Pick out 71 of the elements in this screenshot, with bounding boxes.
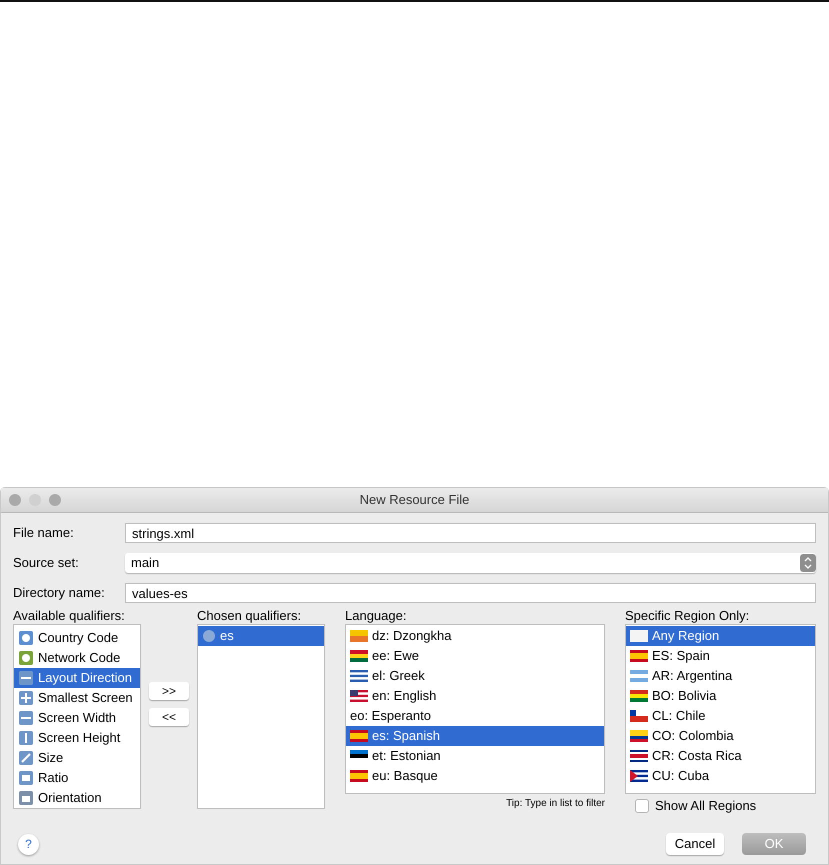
region-item[interactable]: CL: Chile xyxy=(626,706,815,726)
qualifier-icon xyxy=(18,630,34,646)
flag-icon xyxy=(350,770,368,782)
list-label: Language: xyxy=(345,608,408,624)
flag-icon xyxy=(630,730,648,742)
language-item[interactable]: ee: Ewe xyxy=(346,646,604,666)
region-item[interactable]: CR: Costa Rica xyxy=(626,746,815,766)
flag-icon xyxy=(630,650,648,662)
language-item[interactable]: eu: Basque xyxy=(346,766,604,786)
qualifier-icon xyxy=(18,710,34,726)
checkbox[interactable] xyxy=(635,798,649,813)
list-label: Chosen qualifiers: xyxy=(197,608,302,624)
chosen-item[interactable]: es xyxy=(198,626,324,646)
list-label: Specific Region Only: xyxy=(625,608,750,624)
qualifier-item[interactable]: Orientation xyxy=(14,788,140,808)
window-control[interactable] xyxy=(49,494,61,506)
flag-icon xyxy=(350,630,368,642)
tip-text: Tip: Type in list to filter xyxy=(506,797,605,811)
flag-icon xyxy=(350,670,368,682)
region-item[interactable]: CO: Colombia xyxy=(626,726,815,746)
qualifier-icon xyxy=(18,730,34,746)
qualifier-item[interactable]: Network Code xyxy=(14,648,140,668)
qualifier-icon xyxy=(18,650,34,666)
language-item[interactable]: es: Spanish xyxy=(346,726,604,746)
qualifier-icon xyxy=(18,790,34,806)
qualifier-icon xyxy=(18,770,34,786)
stepper-icon xyxy=(800,554,816,572)
dialog-button[interactable]: Cancel xyxy=(666,833,724,855)
region-item[interactable]: ES: Spain xyxy=(626,646,815,666)
text-field[interactable]: values-es xyxy=(125,583,816,603)
flag-icon xyxy=(350,690,368,702)
language-item[interactable]: et: Estonian xyxy=(346,746,604,766)
window-control[interactable] xyxy=(9,494,21,506)
move-button[interactable]: << xyxy=(149,708,189,726)
flag-icon xyxy=(630,630,648,642)
qualifier-icon xyxy=(18,750,34,766)
help-button[interactable]: ? xyxy=(18,834,39,854)
region-item[interactable]: BO: Bolivia xyxy=(626,686,815,706)
language-item[interactable]: en: English xyxy=(346,686,604,706)
field-label: Directory name: xyxy=(13,584,106,602)
language-item[interactable]: eo: Esperanto xyxy=(346,706,604,726)
checkbox-label: Show All Regions xyxy=(655,797,756,815)
flag-icon xyxy=(630,690,648,702)
flag-icon xyxy=(630,710,648,722)
move-button[interactable]: >> xyxy=(149,682,189,700)
flag-icon xyxy=(350,730,368,742)
text-field[interactable]: strings.xml xyxy=(125,523,816,543)
field-label: File name: xyxy=(13,524,75,542)
qualifier-item[interactable]: Screen Height xyxy=(14,728,140,748)
language-item[interactable]: dz: Dzongkha xyxy=(346,626,604,646)
qualifier-item[interactable]: Screen Width xyxy=(14,708,140,728)
list-label: Available qualifiers: xyxy=(13,608,126,624)
qualifier-icon xyxy=(18,670,34,686)
field-label: Source set: xyxy=(13,554,80,572)
qualifier-icon xyxy=(18,690,34,706)
region-item[interactable]: CU: Cuba xyxy=(626,766,815,786)
flag-icon xyxy=(630,750,648,762)
qualifier-item[interactable]: Country Code xyxy=(14,628,140,648)
language-item[interactable]: el: Greek xyxy=(346,666,604,686)
window-title: New Resource File xyxy=(360,491,470,510)
source-set-dropdown[interactable]: main xyxy=(125,553,816,573)
qualifier-item[interactable]: Layout Direction xyxy=(14,668,140,688)
region-item[interactable]: AR: Argentina xyxy=(626,666,815,686)
region-item[interactable]: Any Region xyxy=(626,626,815,646)
qualifier-item[interactable]: Smallest Screen xyxy=(14,688,140,708)
flag-icon xyxy=(630,770,648,782)
flag-icon xyxy=(350,650,368,662)
globe-icon xyxy=(202,629,216,643)
qualifier-item[interactable]: Size xyxy=(14,748,140,768)
flag-icon xyxy=(630,670,648,682)
qualifier-item[interactable]: Ratio xyxy=(14,768,140,788)
